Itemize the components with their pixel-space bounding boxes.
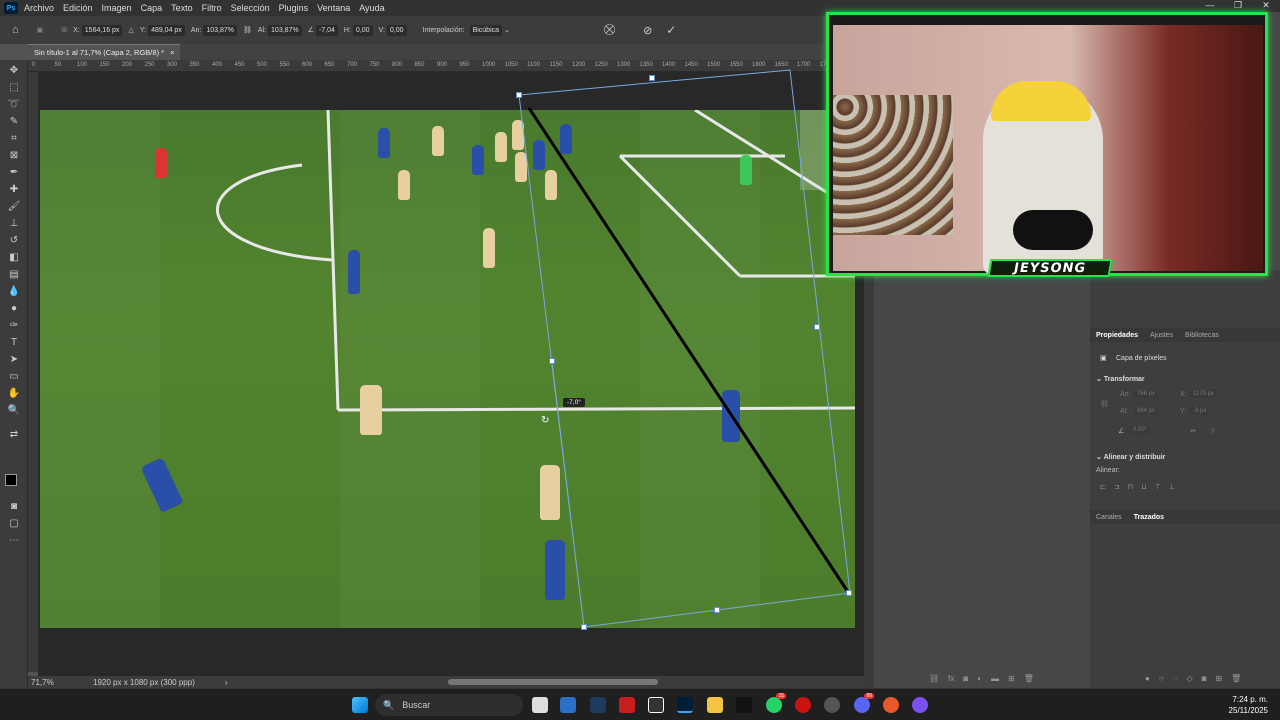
illustrator-icon[interactable]	[619, 697, 635, 713]
new-path-icon[interactable]: ⊞	[1215, 674, 1222, 683]
app-icon[interactable]	[912, 697, 928, 713]
tab-ajustes[interactable]: Ajustes	[1150, 332, 1173, 339]
load-selection-icon[interactable]: ◌	[1173, 674, 1178, 683]
flip-vertical-icon[interactable]: ⇳	[1210, 427, 1216, 435]
new-layer-icon[interactable]: ⊞	[1008, 674, 1015, 683]
layer-panel-footer: ⛓ fx ◙ ◐ ▬ ⊞ 🗑	[929, 674, 1034, 683]
align-buttons-icon[interactable]: ⊏⊐⊓⊔⊤⊥	[1100, 483, 1183, 491]
search-icon: 🔍	[383, 699, 395, 710]
align-label: Alinear:	[1096, 467, 1120, 474]
folder-icon[interactable]: ▬	[991, 674, 999, 683]
yellow-cap-image	[991, 81, 1091, 121]
w-label: An:	[1120, 391, 1131, 398]
add-mask-icon[interactable]: ◙	[1202, 674, 1207, 683]
mask-icon[interactable]: ◙	[963, 674, 968, 683]
taskbar-clock[interactable]: 7:24 p. m. 25/11/2025	[1229, 694, 1268, 716]
chevron-down-icon: ⌄	[1096, 454, 1104, 461]
link-layers-icon[interactable]: ⛓	[929, 674, 939, 683]
streamer-name-badge: JEYSONG	[987, 259, 1113, 277]
whatsapp-icon[interactable]: 15	[766, 693, 786, 713]
opera-icon[interactable]	[795, 697, 811, 713]
transform-handle[interactable]	[549, 358, 555, 364]
offside-line	[527, 107, 850, 593]
tab-bibliotecas[interactable]: Bibliotecas	[1185, 332, 1219, 339]
chevron-down-icon: ⌄	[1096, 376, 1104, 383]
discord-icon[interactable]: 99	[854, 693, 874, 713]
webcam-feed	[833, 25, 1263, 275]
photoshop-taskbar-icon[interactable]	[677, 697, 693, 713]
obs-icon[interactable]	[824, 697, 840, 713]
transform-handle[interactable]	[814, 324, 820, 330]
microphone-image	[1013, 210, 1093, 250]
transform-handle[interactable]	[714, 607, 720, 613]
transform-handle[interactable]	[581, 624, 587, 630]
rotation-readout: -7,0°	[563, 398, 585, 407]
discord-badge: 99	[864, 693, 874, 699]
properties-panel: Propiedades Ajustes Bibliotecas ▣ Capa d…	[1090, 270, 1280, 688]
trash-icon[interactable]: 🗑	[1231, 674, 1241, 683]
link-icon[interactable]: ⛓	[1100, 400, 1109, 408]
transform-handle[interactable]	[516, 92, 522, 98]
x-prop-label: X:	[1180, 391, 1187, 398]
ball-shelf-image	[833, 95, 953, 235]
layer-type-label: Capa de píxeles	[1116, 355, 1167, 362]
transform-handle[interactable]	[649, 75, 655, 81]
x-prop-field[interactable]: 1170 px	[1190, 390, 1217, 398]
file-explorer-icon[interactable]	[707, 697, 723, 713]
document-size: 1920 px x 1080 px (300 ppp)	[93, 677, 195, 687]
trash-icon[interactable]: 🗑	[1024, 674, 1034, 683]
lightroom-icon[interactable]	[590, 697, 606, 713]
pixel-layer-icon: ▣	[1100, 355, 1107, 362]
y-prop-field[interactable]: -3 px	[1190, 407, 1210, 415]
angle-prop-field[interactable]: 0,00°	[1130, 426, 1151, 434]
panel-dock-middle: ⛓ fx ◙ ◐ ▬ ⊞ 🗑	[874, 270, 1090, 688]
make-path-icon[interactable]: ◇	[1186, 674, 1192, 683]
status-bar: 71,7% 1920 px x 1080 px (300 ppp) ›	[28, 676, 864, 688]
tab-canales[interactable]: Canales	[1096, 514, 1122, 521]
height-prop-field[interactable]: 864 px	[1134, 407, 1159, 415]
angle-icon: ∠	[1118, 428, 1125, 435]
clock-date: 25/11/2025	[1228, 706, 1268, 715]
firefox-icon[interactable]	[883, 697, 899, 713]
rotate-cursor-icon: ↻	[541, 415, 550, 426]
width-prop-field[interactable]: 766 px	[1134, 390, 1159, 398]
zoom-level[interactable]: 71,7%	[31, 678, 91, 687]
fill-path-icon[interactable]: ●	[1145, 674, 1150, 683]
taskbar-search[interactable]: 🔍 Buscar	[375, 694, 523, 716]
h-label: Al:	[1120, 408, 1129, 415]
y-prop-label: Y:	[1180, 408, 1187, 415]
taskbar: 🔍 Buscar 15 99 7:24 p. m. 25/11/2025	[0, 688, 1280, 720]
capcut-icon[interactable]	[648, 697, 664, 713]
windows-start-icon[interactable]	[352, 697, 368, 713]
horizontal-scrollbar[interactable]	[448, 679, 658, 685]
flip-horizontal-icon[interactable]: ⇹	[1190, 427, 1196, 435]
paths-panel-footer: ● ○ ◌ ◇ ◙ ⊞ 🗑	[1145, 674, 1241, 683]
chevron-right-icon[interactable]: ›	[225, 678, 228, 687]
tab-propiedades[interactable]: Propiedades	[1096, 332, 1138, 339]
whatsapp-badge: 15	[776, 693, 786, 699]
task-view-icon[interactable]	[532, 697, 548, 713]
transform-handle[interactable]	[846, 590, 852, 596]
stroke-path-icon[interactable]: ○	[1159, 674, 1164, 683]
tab-trazados[interactable]: Trazados	[1134, 514, 1164, 521]
adjustment-icon[interactable]: ◐	[977, 674, 982, 683]
clock-time: 7:24 p. m.	[1232, 695, 1268, 704]
fx-icon[interactable]: fx	[948, 674, 954, 683]
align-section-title[interactable]: ⌄ Alinear y distribuir	[1096, 453, 1165, 461]
store-icon[interactable]	[560, 697, 576, 713]
webcam-overlay: JEYSONG	[826, 12, 1268, 277]
search-placeholder: Buscar	[402, 700, 431, 710]
transform-section-title[interactable]: ⌄ Transformar	[1096, 375, 1145, 383]
capcut-alt-icon[interactable]	[736, 697, 752, 713]
